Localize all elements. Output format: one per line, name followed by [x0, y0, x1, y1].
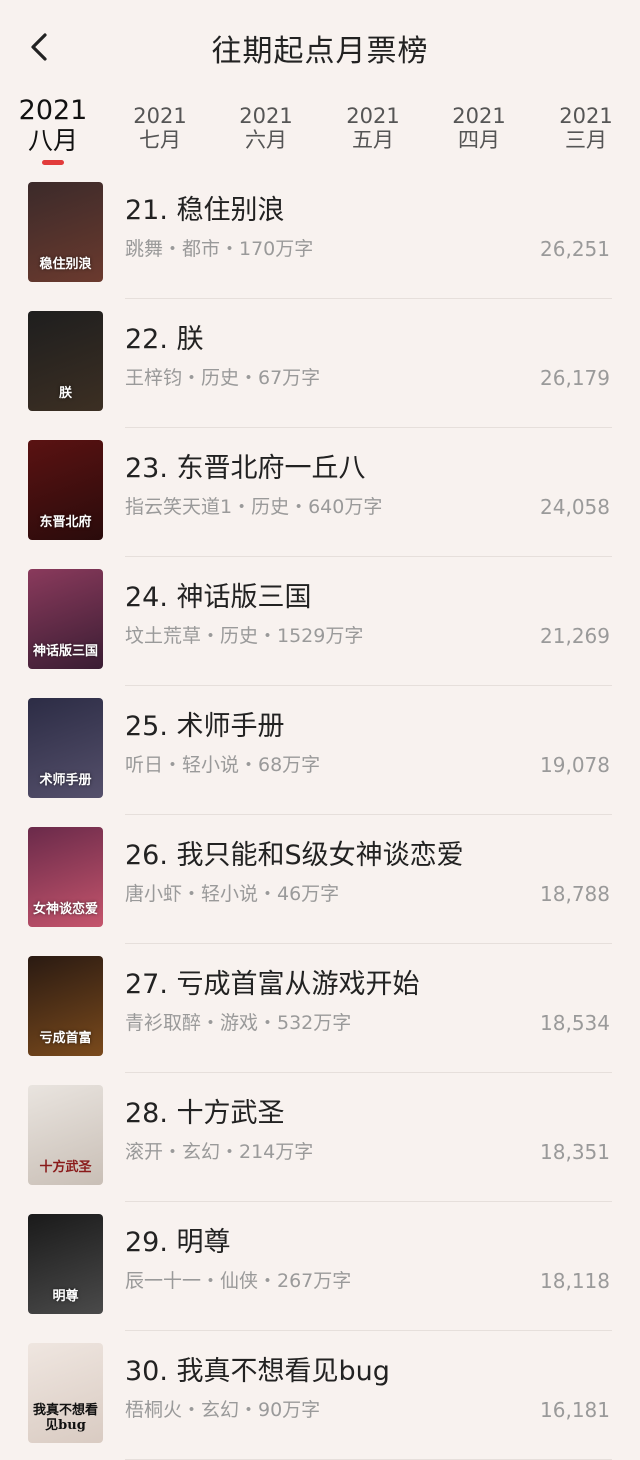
book-title[interactable]: 28. 十方武圣 — [125, 1097, 285, 1131]
cover-title: 东晋北府 — [39, 515, 92, 530]
vote-count: 26,251 — [540, 237, 610, 261]
book-list-item[interactable]: 亏成首富 27. 亏成首富从游戏开始 青衫取醉・游戏・532万字 18,534 — [0, 944, 640, 1073]
header: 往期起点月票榜 — [0, 0, 640, 92]
book-list-item[interactable]: 稳住别浪 21. 稳住别浪 跳舞・都市・170万字 26,251 — [0, 170, 640, 299]
book-cover[interactable]: 女神谈恋爱 — [28, 827, 103, 927]
tab-month: 三月 — [565, 128, 607, 152]
book-ranking-list: 稳住别浪 21. 稳住别浪 跳舞・都市・170万字 26,251 朕 22. 朕… — [0, 170, 640, 1460]
book-list-item[interactable]: 东晋北府 23. 东晋北府一丘八 指云笑天道1・历史・640万字 24,058 — [0, 428, 640, 557]
cover-title: 朕 — [58, 386, 72, 401]
book-meta: 梧桐火・玄幻・90万字 — [125, 1399, 321, 1421]
book-list-item[interactable]: 朕 22. 朕 王梓钧・历史・67万字 26,179 — [0, 299, 640, 428]
tab-2021-march[interactable]: 2021 三月 — [533, 104, 639, 152]
vote-count: 18,788 — [540, 882, 610, 906]
tab-2021-july[interactable]: 2021 七月 — [107, 104, 213, 152]
book-cover[interactable]: 术师手册 — [28, 698, 103, 798]
tab-month: 七月 — [139, 128, 181, 152]
tab-year: 2021 — [559, 104, 613, 128]
cover-title: 亏成首富 — [39, 1031, 92, 1046]
cover-title: 稳住别浪 — [39, 257, 92, 272]
book-title[interactable]: 30. 我真不想看见bug — [125, 1355, 390, 1389]
book-title[interactable]: 22. 朕 — [125, 323, 204, 357]
book-meta: 滚开・玄幻・214万字 — [125, 1141, 314, 1163]
cover-title: 女神谈恋爱 — [32, 902, 98, 917]
book-cover[interactable]: 明尊 — [28, 1214, 103, 1314]
tab-month: 四月 — [458, 128, 500, 152]
vote-count: 16,181 — [540, 1398, 610, 1422]
tab-year: 2021 — [239, 104, 293, 128]
book-title[interactable]: 25. 术师手册 — [125, 710, 285, 744]
book-meta: 青衫取醉・游戏・532万字 — [125, 1012, 352, 1034]
tab-year: 2021 — [452, 104, 506, 128]
book-cover[interactable]: 稳住别浪 — [28, 182, 103, 282]
book-list-item[interactable]: 我真不想看见bug 30. 我真不想看见bug 梧桐火・玄幻・90万字 16,1… — [0, 1331, 640, 1460]
book-cover[interactable]: 东晋北府 — [28, 440, 103, 540]
vote-count: 18,534 — [540, 1011, 610, 1035]
cover-title: 术师手册 — [39, 773, 92, 788]
cover-title: 十方武圣 — [39, 1160, 92, 1175]
tab-month: 五月 — [352, 128, 394, 152]
tab-year: 2021 — [346, 104, 400, 128]
book-list-item[interactable]: 明尊 29. 明尊 辰一十一・仙侠・267万字 18,118 — [0, 1202, 640, 1331]
tab-2021-may[interactable]: 2021 五月 — [320, 104, 426, 152]
tab-year: 2021 — [133, 104, 187, 128]
book-title[interactable]: 24. 神话版三国 — [125, 581, 312, 615]
tab-month: 八月 — [27, 126, 78, 155]
book-meta: 唐小虾・轻小说・46万字 — [125, 883, 340, 905]
tab-2021-august[interactable]: 2021 八月 — [0, 96, 106, 165]
vote-count: 18,118 — [540, 1269, 610, 1293]
tab-year: 2021 — [18, 95, 88, 126]
cover-title: 明尊 — [52, 1289, 79, 1304]
book-title[interactable]: 23. 东晋北府一丘八 — [125, 452, 366, 486]
book-title[interactable]: 29. 明尊 — [125, 1226, 231, 1260]
tab-month: 六月 — [245, 128, 287, 152]
book-list-item[interactable]: 术师手册 25. 术师手册 听日・轻小说・68万字 19,078 — [0, 686, 640, 815]
vote-count: 26,179 — [540, 366, 610, 390]
cover-title: 我真不想看见bug — [32, 1403, 98, 1433]
tab-2021-april[interactable]: 2021 四月 — [426, 104, 532, 152]
vote-count: 18,351 — [540, 1140, 610, 1164]
book-cover[interactable]: 神话版三国 — [28, 569, 103, 669]
book-cover[interactable]: 我真不想看见bug — [28, 1343, 103, 1443]
cover-title: 神话版三国 — [32, 644, 98, 659]
book-list-item[interactable]: 女神谈恋爱 26. 我只能和S级女神谈恋爱 唐小虾・轻小说・46万字 18,78… — [0, 815, 640, 944]
active-tab-indicator — [42, 160, 64, 165]
book-cover[interactable]: 朕 — [28, 311, 103, 411]
page-title: 往期起点月票榜 — [211, 34, 429, 69]
book-cover[interactable]: 亏成首富 — [28, 956, 103, 1056]
book-meta: 王梓钧・历史・67万字 — [125, 367, 321, 389]
book-title[interactable]: 21. 稳住别浪 — [125, 194, 285, 228]
book-list-item[interactable]: 十方武圣 28. 十方武圣 滚开・玄幻・214万字 18,351 — [0, 1073, 640, 1202]
vote-count: 19,078 — [540, 753, 610, 777]
vote-count: 24,058 — [540, 495, 610, 519]
month-tabs: 2021 八月 2021 七月 2021 六月 2021 五月 2021 四月 … — [0, 92, 640, 170]
book-title[interactable]: 27. 亏成首富从游戏开始 — [125, 968, 420, 1002]
book-title[interactable]: 26. 我只能和S级女神谈恋爱 — [125, 839, 464, 873]
book-cover[interactable]: 十方武圣 — [28, 1085, 103, 1185]
book-meta: 辰一十一・仙侠・267万字 — [125, 1270, 352, 1292]
book-meta: 听日・轻小说・68万字 — [125, 754, 321, 776]
tab-2021-june[interactable]: 2021 六月 — [213, 104, 319, 152]
book-meta: 坟土荒草・历史・1529万字 — [125, 625, 364, 647]
book-meta: 跳舞・都市・170万字 — [125, 238, 314, 260]
book-list-item[interactable]: 神话版三国 24. 神话版三国 坟土荒草・历史・1529万字 21,269 — [0, 557, 640, 686]
book-meta: 指云笑天道1・历史・640万字 — [125, 496, 383, 518]
vote-count: 21,269 — [540, 624, 610, 648]
